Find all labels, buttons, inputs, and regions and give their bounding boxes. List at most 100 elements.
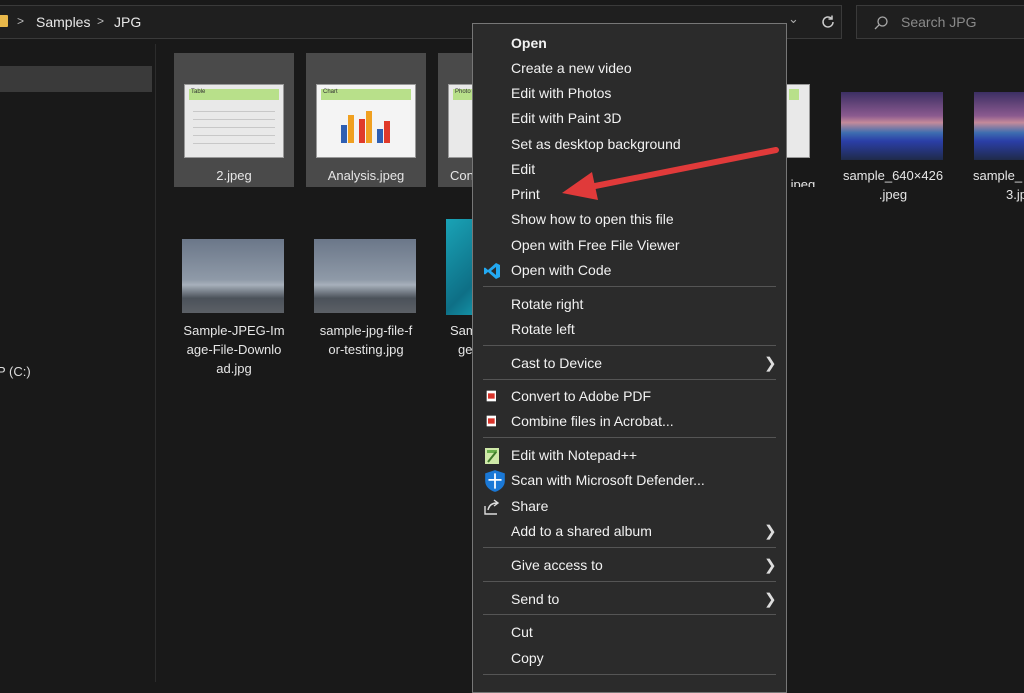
- file-name: ge: [458, 342, 472, 357]
- menu-item-free-file-viewer[interactable]: Open with Free File Viewer: [473, 233, 786, 258]
- thumb-heading: Chart: [323, 89, 338, 95]
- menu-item-share[interactable]: Share: [473, 494, 786, 519]
- menu-item-print[interactable]: Print: [473, 182, 786, 207]
- menu-separator: [483, 614, 776, 615]
- file-tile-partial[interactable]: Sam ge: [438, 219, 472, 369]
- menu-separator: [483, 286, 776, 287]
- menu-item-give-access[interactable]: Give access to ❯: [473, 553, 786, 578]
- menu-item-copy[interactable]: Copy: [473, 646, 786, 671]
- menu-item-label: Add to a shared album: [511, 523, 652, 539]
- menu-item-rotate-right[interactable]: Rotate right: [473, 292, 786, 317]
- navigation-pane: P (C:): [0, 44, 156, 682]
- menu-item-label: Cast to Device: [511, 355, 603, 371]
- chevron-right-icon: ❯: [764, 591, 777, 608]
- file-tile-partial[interactable]: .jpeg: [786, 53, 816, 187]
- file-name: or-testing.jpg: [328, 342, 404, 357]
- file-tile-sample-jpg-testing[interactable]: sample-jpg-file-f or-testing.jpg: [306, 219, 426, 369]
- nav-drive-c[interactable]: P (C:): [0, 364, 31, 379]
- menu-item-label: Create a new video: [511, 60, 632, 76]
- chevron-down-icon[interactable]: ⌄: [788, 11, 799, 27]
- file-thumbnail: Table: [184, 84, 284, 158]
- menu-item-label: Share: [511, 498, 549, 514]
- file-tile-partial[interactable]: Photo Con: [438, 53, 472, 187]
- menu-separator: [483, 547, 776, 548]
- file-thumbnail: [841, 92, 943, 160]
- file-name: Analysis.jpeg: [327, 168, 405, 183]
- menu-item-edit-notepadpp[interactable]: Edit with Notepad++: [473, 443, 786, 468]
- menu-item-add-shared-album[interactable]: Add to a shared album ❯: [473, 519, 786, 544]
- file-name: 3.jp: [1006, 187, 1024, 202]
- thumb-heading: Photo: [455, 89, 471, 95]
- menu-item-label: Print: [511, 186, 540, 202]
- menu-item-label: Convert to Adobe PDF: [511, 388, 652, 404]
- file-name: Sample-JPEG-Im: [183, 323, 285, 338]
- thumb-line: [193, 111, 275, 112]
- menu-item-cast-to-device[interactable]: Cast to Device ❯: [473, 351, 786, 376]
- chevron-right-icon: ❯: [764, 523, 777, 540]
- menu-item-open[interactable]: Open: [473, 31, 786, 56]
- menu-item-label: Edit with Notepad++: [511, 447, 638, 463]
- menu-item-rotate-left[interactable]: Rotate left: [473, 317, 786, 342]
- menu-item-label: Rotate left: [511, 321, 575, 337]
- file-thumbnail: Photo: [448, 84, 472, 158]
- menu-item-cut[interactable]: Cut: [473, 620, 786, 645]
- breadcrumb-separator: >: [17, 14, 25, 28]
- menu-item-convert-adobe-pdf[interactable]: Convert to Adobe PDF: [473, 384, 786, 409]
- menu-item-label: Give access to: [511, 557, 603, 573]
- thumb-bar: [366, 111, 372, 143]
- menu-item-set-desktop-bg[interactable]: Set as desktop background: [473, 132, 786, 157]
- menu-item-label: Edit: [511, 161, 536, 177]
- thumb-line: [193, 127, 275, 128]
- file-tile-analysis-jpeg[interactable]: Chart Analysis.jpeg: [306, 53, 426, 187]
- share-icon: [484, 499, 500, 515]
- chevron-right-icon: ❯: [764, 355, 777, 372]
- menu-item-label: Edit with Photos: [511, 85, 612, 101]
- breadcrumb-samples[interactable]: Samples: [36, 14, 90, 30]
- menu-item-scan-defender[interactable]: Scan with Microsoft Defender...: [473, 468, 786, 493]
- menu-separator: [483, 581, 776, 582]
- menu-item-label: Cut: [511, 624, 533, 640]
- file-thumbnail: [446, 219, 472, 315]
- thumb-bar: [359, 119, 365, 143]
- thumb-bar: [348, 115, 354, 143]
- thumb-bar: [377, 129, 383, 143]
- file-tile-partial[interactable]: sample_ 3.jp: [966, 53, 1024, 213]
- menu-item-combine-acrobat[interactable]: Combine files in Acrobat...: [473, 409, 786, 434]
- breadcrumb-jpg[interactable]: JPG: [114, 14, 141, 30]
- thumb-line: [193, 143, 275, 144]
- refresh-icon: [822, 15, 834, 28]
- menu-item-send-to[interactable]: Send to ❯: [473, 587, 786, 612]
- menu-separator: [483, 345, 776, 346]
- file-name: sample-jpg-file-f: [319, 323, 413, 338]
- menu-item-create-video[interactable]: Create a new video: [473, 56, 786, 81]
- menu-item-label: Combine files in Acrobat...: [511, 413, 674, 429]
- thumb-bar: [384, 121, 390, 143]
- context-menu: Open Create a new video Edit with Photos…: [472, 23, 787, 693]
- file-name: 2.jpeg: [216, 168, 252, 183]
- vscode-icon: [484, 263, 500, 279]
- menu-item-edit-photos[interactable]: Edit with Photos: [473, 81, 786, 106]
- file-tile-sample-jpeg-image[interactable]: Sample-JPEG-Im age-File-Downlo ad.jpg: [174, 219, 294, 389]
- thumb-line: [193, 135, 275, 136]
- chevron-right-icon: ❯: [764, 557, 777, 574]
- adobe-pdf-icon: [486, 390, 496, 402]
- menu-separator: [483, 674, 776, 675]
- thumb-heading: Table: [191, 89, 206, 95]
- refresh-button[interactable]: [813, 5, 843, 39]
- search-box[interactable]: [856, 5, 1024, 39]
- menu-item-open-with-code[interactable]: Open with Code: [473, 258, 786, 283]
- menu-item-label: Show how to open this file: [511, 211, 674, 227]
- file-name: Sam: [450, 323, 472, 338]
- file-name: .jpeg: [878, 187, 908, 202]
- thumb-line: [193, 119, 275, 120]
- menu-item-edit[interactable]: Edit: [473, 157, 786, 182]
- file-thumbnail: [314, 239, 416, 313]
- menu-item-edit-paint3d[interactable]: Edit with Paint 3D: [473, 106, 786, 131]
- file-name: ad.jpg: [216, 361, 252, 376]
- file-tile-2-jpeg[interactable]: Table 2.jpeg: [174, 53, 294, 187]
- menu-item-show-how-to-open[interactable]: Show how to open this file: [473, 207, 786, 232]
- nav-selected-item[interactable]: [0, 66, 152, 92]
- file-tile-sample-640x426[interactable]: sample_640×426 .jpeg: [833, 53, 953, 213]
- search-input[interactable]: [901, 14, 1021, 30]
- file-name: sample_640×426: [842, 168, 944, 183]
